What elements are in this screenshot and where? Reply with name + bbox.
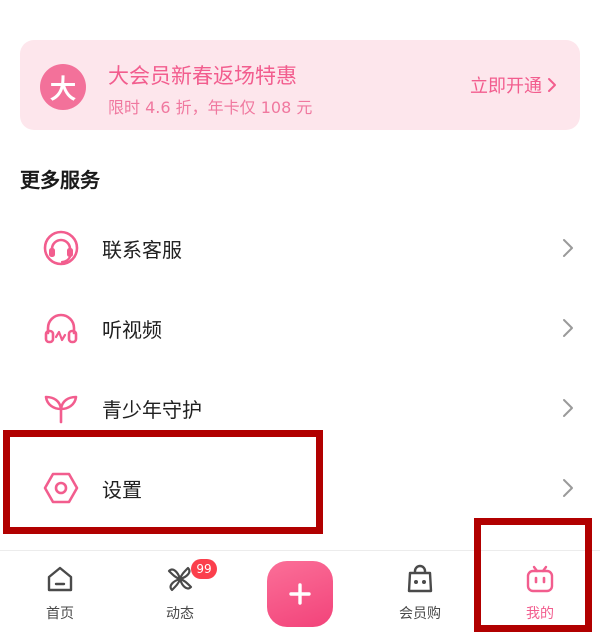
chevron-right-icon bbox=[563, 319, 573, 337]
tab-dynamic[interactable]: 99 动态 bbox=[130, 551, 230, 642]
vip-promo-banner[interactable]: 大 大会员新春返场特惠 限时 4.6 折，年卡仅 108 元 立即开通 bbox=[20, 40, 580, 130]
notification-badge: 99 bbox=[191, 559, 217, 579]
shopping-bag-icon bbox=[407, 564, 433, 593]
home-icon bbox=[47, 566, 73, 592]
bottom-tab-bar: 首页 99 动态 会员购 我的 bbox=[0, 550, 600, 642]
vip-promo-title: 大会员新春返场特惠 bbox=[108, 64, 297, 88]
service-label: 青少年守护 bbox=[102, 397, 202, 422]
publish-button[interactable] bbox=[267, 561, 333, 627]
tab-home[interactable]: 首页 bbox=[10, 551, 110, 642]
tab-mine-label: 我的 bbox=[526, 606, 554, 622]
tv-face-icon bbox=[526, 565, 554, 593]
headset-icon bbox=[42, 229, 80, 267]
vip-promo-subtitle: 限时 4.6 折，年卡仅 108 元 bbox=[108, 98, 313, 117]
service-label: 设置 bbox=[102, 477, 142, 502]
tab-mine[interactable]: 我的 bbox=[490, 551, 590, 642]
plus-icon bbox=[289, 583, 311, 605]
service-item-teen-protection[interactable]: 青少年守护 bbox=[0, 368, 600, 448]
sprout-icon bbox=[42, 389, 80, 427]
chevron-right-icon bbox=[563, 399, 573, 417]
headphones-icon bbox=[42, 309, 80, 347]
tab-vip-shop[interactable]: 会员购 bbox=[370, 551, 470, 642]
chevron-right-icon bbox=[563, 239, 573, 257]
tab-dynamic-label: 动态 bbox=[166, 606, 194, 622]
service-item-customer-service[interactable]: 联系客服 bbox=[0, 208, 600, 288]
vip-activate-label: 立即开通 bbox=[470, 76, 542, 97]
more-services-title: 更多服务 bbox=[20, 168, 100, 192]
vip-badge-icon: 大 bbox=[40, 64, 86, 110]
service-item-settings[interactable]: 设置 bbox=[0, 448, 600, 528]
service-item-listen-video[interactable]: 听视频 bbox=[0, 288, 600, 368]
tab-vip-shop-label: 会员购 bbox=[399, 606, 441, 622]
tab-home-label: 首页 bbox=[46, 606, 74, 622]
vip-activate-button[interactable]: 立即开通 bbox=[470, 72, 558, 98]
hexagon-settings-icon bbox=[42, 469, 80, 507]
service-label: 联系客服 bbox=[102, 237, 182, 262]
service-label: 听视频 bbox=[102, 317, 162, 342]
chevron-right-icon bbox=[563, 479, 573, 497]
chevron-right-icon bbox=[548, 78, 556, 92]
